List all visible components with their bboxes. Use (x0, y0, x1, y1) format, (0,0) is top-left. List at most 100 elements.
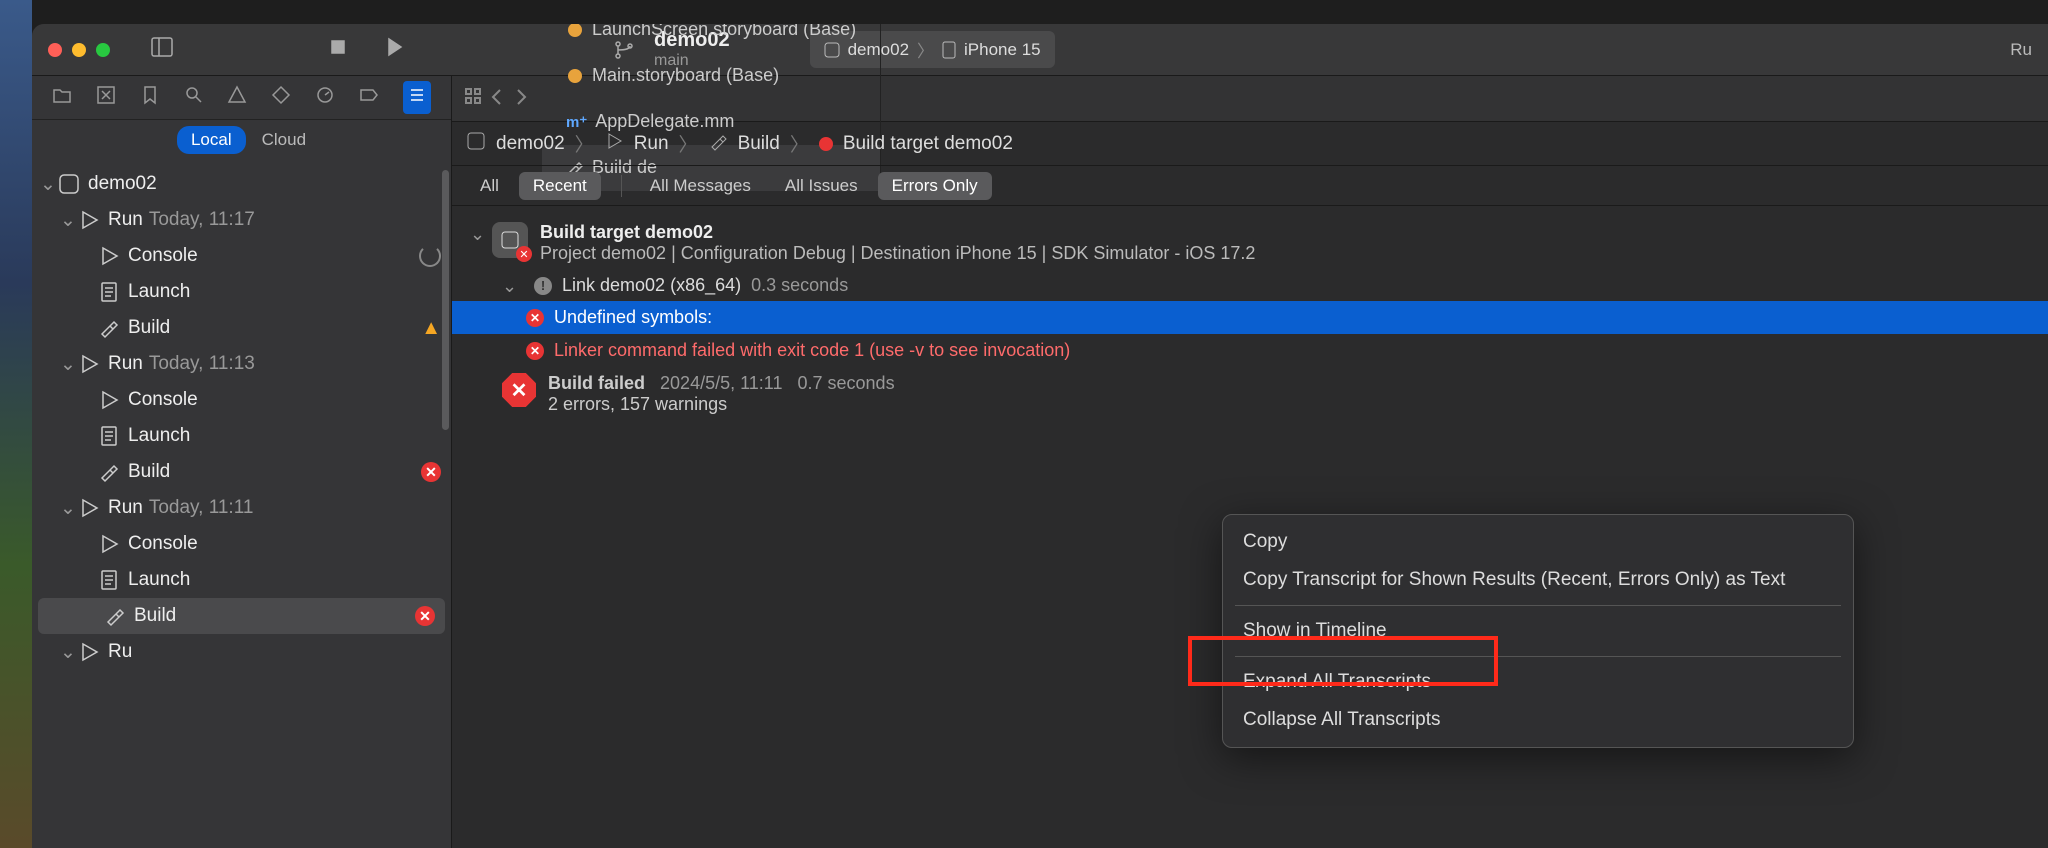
run-item-launch[interactable]: Launch (32, 274, 451, 310)
link-step-row[interactable]: ⌄ ! Link demo02 (x86_64) 0.3 seconds (452, 270, 2048, 301)
stop-icon (326, 35, 350, 59)
run-item-build[interactable]: Build ▲ (32, 310, 451, 346)
item-label: Console (128, 245, 198, 267)
breakpoint-navigator-tab[interactable] (359, 85, 379, 110)
error-icon: ✕ (526, 309, 544, 327)
desktop-background-strip (0, 0, 32, 848)
item-label: Build (128, 461, 170, 483)
build-failed-row[interactable]: ✕ Build failed 2024/5/5, 11:11 0.7 secon… (452, 367, 2048, 421)
crumb-2: Build (738, 133, 780, 155)
storyboard-icon (566, 67, 584, 85)
build-failed-duration: 0.7 seconds (798, 373, 895, 393)
warning-icon: ▲ (421, 317, 441, 339)
project-navigator-tab[interactable] (52, 85, 72, 110)
storyboard-icon (566, 24, 584, 39)
play-icon (78, 209, 100, 231)
nav-back-button[interactable] (488, 87, 506, 110)
app-icon (58, 173, 80, 195)
scheme-device: iPhone 15 (964, 40, 1041, 60)
run-button[interactable] (366, 29, 422, 70)
play-icon (78, 497, 100, 519)
item-label: Console (128, 389, 198, 411)
breadcrumb[interactable]: demo02 〉 Run 〉 Build 〉 Build target demo… (452, 122, 2048, 166)
app-icon (466, 131, 486, 157)
link-label: Link demo02 (x86_64) (562, 275, 741, 296)
run-item-console[interactable]: Console (32, 526, 451, 562)
stop-button[interactable] (310, 29, 366, 70)
navigator-selector (32, 76, 451, 120)
scrollbar[interactable] (442, 170, 449, 430)
run-item-console[interactable]: Console (32, 382, 451, 418)
filter-all-issues[interactable]: All Issues (771, 172, 872, 200)
info-icon: ! (534, 277, 552, 295)
disclosure-icon: ⌄ (60, 353, 74, 376)
ctx-show-timeline[interactable]: Show in Timeline (1223, 612, 1853, 650)
crumb-3: Build target demo02 (843, 133, 1013, 155)
run-item-build[interactable]: Build ✕ (32, 454, 451, 490)
related-items-button[interactable] (464, 87, 482, 110)
maximize-button[interactable] (96, 43, 110, 57)
tag-icon (359, 85, 379, 105)
error-badge-icon (819, 137, 833, 151)
tab[interactable]: LaunchScreen.storyboard (Base) (542, 24, 881, 53)
run-group[interactable]: ⌄ Run Today, 11:17 (32, 202, 451, 238)
grid-icon (464, 87, 482, 105)
play-icon (98, 245, 120, 267)
hammer-icon (708, 131, 728, 157)
error-icon: ✕ (421, 462, 441, 482)
find-navigator-tab[interactable] (184, 85, 204, 110)
cloud-button[interactable]: Cloud (262, 130, 306, 150)
run-group[interactable]: ⌄ Ru (32, 634, 451, 670)
run-item-launch[interactable]: Launch (32, 418, 451, 454)
close-button[interactable] (48, 43, 62, 57)
build-log: ⌄ ✕ Build target demo02 Project demo02 |… (452, 206, 2048, 848)
report-tree: ⌄ demo02 ⌄ Run Today, 11:17 Console Laun… (32, 160, 451, 848)
ctx-collapse-all[interactable]: Collapse All Transcripts (1223, 701, 1853, 739)
disclosure-icon: ⌄ (60, 209, 74, 232)
minimize-button[interactable] (72, 43, 86, 57)
item-label: Build (134, 605, 176, 627)
navigator-sidebar: Local Cloud ⌄ demo02 ⌄ Run Today, 11:17 … (32, 76, 452, 848)
toggle-navigator-button[interactable] (134, 29, 190, 70)
xcode-window: demo02 main demo02 〉 iPhone 15 Ru (32, 24, 2048, 848)
run-group[interactable]: ⌄ Run Today, 11:13 (32, 346, 451, 382)
run-group[interactable]: ⌄ Run Today, 11:11 (32, 490, 451, 526)
disclosure-icon: ⌄ (40, 173, 54, 196)
run-item-launch[interactable]: Launch (32, 562, 451, 598)
build-target-row[interactable]: ⌄ ✕ Build target demo02 Project demo02 |… (452, 216, 2048, 270)
filter-all-messages[interactable]: All Messages (636, 172, 765, 200)
doc-icon (98, 569, 120, 591)
project-name: demo02 (88, 173, 157, 195)
editor-area: LaunchScreen.storyboard (Base)Main.story… (452, 76, 2048, 848)
error-badge-icon: ✕ (516, 246, 532, 262)
issue-linker-failed[interactable]: ✕ Linker command failed with exit code 1… (452, 334, 2048, 367)
test-navigator-tab[interactable] (271, 85, 291, 110)
ctx-expand-all[interactable]: Expand All Transcripts (1223, 663, 1853, 701)
link-time: 0.3 seconds (751, 275, 848, 296)
run-item-console[interactable]: Console (32, 238, 451, 274)
device-icon (942, 41, 956, 59)
spinner-icon (419, 245, 441, 267)
issue-navigator-tab[interactable] (227, 85, 247, 110)
x-square-icon (96, 85, 116, 105)
source-control-navigator-tab[interactable] (96, 85, 116, 110)
titlebar: demo02 main demo02 〉 iPhone 15 Ru (32, 24, 2048, 76)
nav-forward-button[interactable] (512, 87, 530, 110)
ctx-copy-transcript[interactable]: Copy Transcript for Shown Results (Recen… (1223, 561, 1853, 599)
run-item-build[interactable]: Build ✕ (38, 598, 445, 634)
bookmark-navigator-tab[interactable] (140, 85, 160, 110)
local-button[interactable]: Local (177, 126, 246, 154)
issue-undefined-symbols[interactable]: ✕ Undefined symbols: (452, 301, 2048, 334)
item-label: Launch (128, 425, 190, 447)
tab[interactable]: Main.storyboard (Base) (542, 53, 881, 99)
project-root[interactable]: ⌄ demo02 (32, 166, 451, 202)
issue-text: Undefined symbols: (554, 307, 712, 328)
context-menu: Copy Copy Transcript for Shown Results (… (1222, 514, 1854, 748)
filter-recent[interactable]: Recent (519, 172, 601, 200)
filter-errors-only[interactable]: Errors Only (878, 172, 992, 200)
report-navigator-tab[interactable] (403, 81, 431, 114)
build-failed-time: 2024/5/5, 11:11 (660, 373, 782, 393)
ctx-copy[interactable]: Copy (1223, 523, 1853, 561)
debug-navigator-tab[interactable] (315, 85, 335, 110)
filter-all[interactable]: All (466, 172, 513, 200)
